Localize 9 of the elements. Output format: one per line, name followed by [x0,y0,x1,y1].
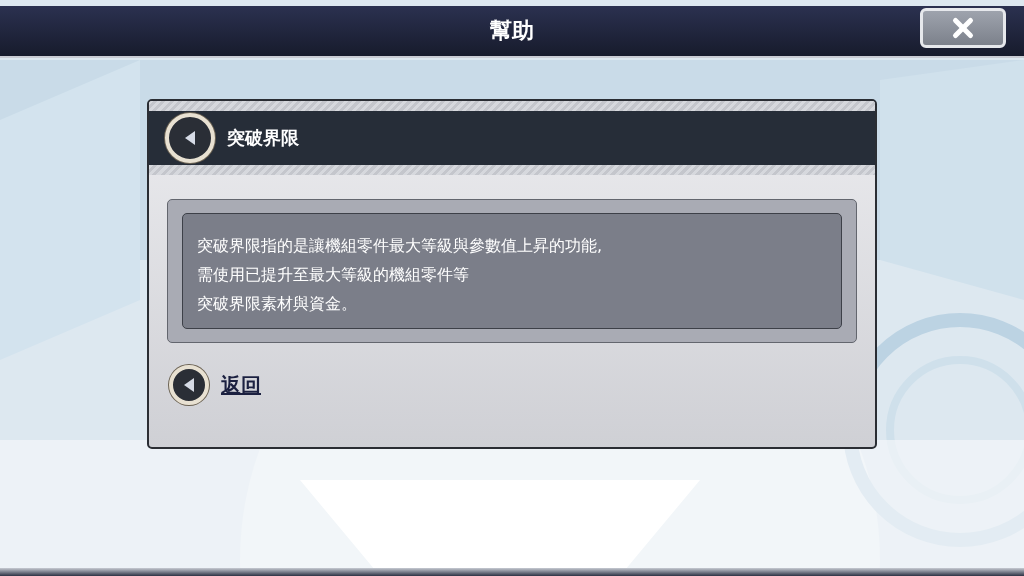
triangle-icon [182,377,196,393]
back-icon-button[interactable] [169,365,209,405]
close-button[interactable] [920,8,1006,48]
section-title: 突破界限 [227,126,299,150]
back-button[interactable] [165,113,215,163]
window-title: 幫助 [490,17,534,45]
description-text: 突破界限指的是讓機組零件最大等級與參數值上昇的功能, 需使用已提升至最大等級的機組零件等 突破界限素材與資金。 [197,235,604,315]
back-link[interactable]: 返回 [221,371,261,399]
triangle-icon [183,130,197,146]
